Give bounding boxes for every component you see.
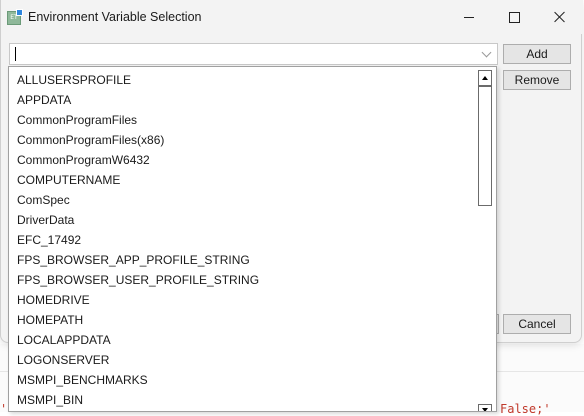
close-button[interactable] [537,0,583,34]
list-item[interactable]: COMPUTERNAME [9,170,477,190]
list-item[interactable]: LOGONSERVER [9,350,477,370]
list-item[interactable]: CommonProgramFiles(x86) [9,130,477,150]
environment-variables-app-icon: ET [7,9,23,25]
list-item[interactable]: LOCALAPPDATA [9,330,477,350]
list-item[interactable]: DriverData [9,210,477,230]
background-code-fragment-left: ' [0,402,8,416]
list-item[interactable]: HOMEPATH [9,310,477,330]
remove-button[interactable]: Remove [503,70,571,90]
close-icon [554,11,566,23]
variable-combo-box[interactable] [9,43,498,65]
title-bar[interactable]: ET Environment Variable Selection [1,0,583,34]
minimize-icon [464,16,474,18]
variable-list: ALLUSERSPROFILE APPDATA CommonProgramFil… [9,70,477,410]
variable-dropdown-list[interactable]: ALLUSERSPROFILE APPDATA CommonProgramFil… [8,66,497,412]
chevron-down-icon [481,47,491,58]
list-item[interactable]: FPS_BROWSER_USER_PROFILE_STRING [9,270,477,290]
scroll-down-button[interactable] [478,404,492,411]
cancel-button[interactable]: Cancel [503,314,571,334]
list-item[interactable]: FPS_BROWSER_APP_PROFILE_STRING [9,250,477,270]
background-code-fragment-right: False;' [500,402,551,416]
vertical-scrollbar[interactable] [478,70,492,411]
combo-dropdown-button[interactable] [477,44,495,64]
maximize-icon [508,11,520,23]
list-item[interactable]: HOMEDRIVE [9,290,477,310]
minimize-button[interactable] [446,0,492,34]
list-item[interactable]: CommonProgramW6432 [9,150,477,170]
list-item[interactable]: APPDATA [9,90,477,110]
scroll-thumb[interactable] [478,86,492,206]
list-item[interactable]: CommonProgramFiles [9,110,477,130]
list-item[interactable]: MSMPI_BIN [9,390,477,410]
list-item[interactable]: ComSpec [9,190,477,210]
window-title: Environment Variable Selection [28,10,202,24]
text-cursor [15,47,16,61]
list-item[interactable]: EFC_17492 [9,230,477,250]
maximize-button[interactable] [491,0,537,34]
list-item[interactable]: ALLUSERSPROFILE [9,70,477,90]
scroll-up-button[interactable] [478,70,492,86]
list-item[interactable]: MSMPI_BENCHMARKS [9,370,477,390]
add-button[interactable]: Add [503,44,571,64]
variable-input[interactable] [12,45,476,63]
